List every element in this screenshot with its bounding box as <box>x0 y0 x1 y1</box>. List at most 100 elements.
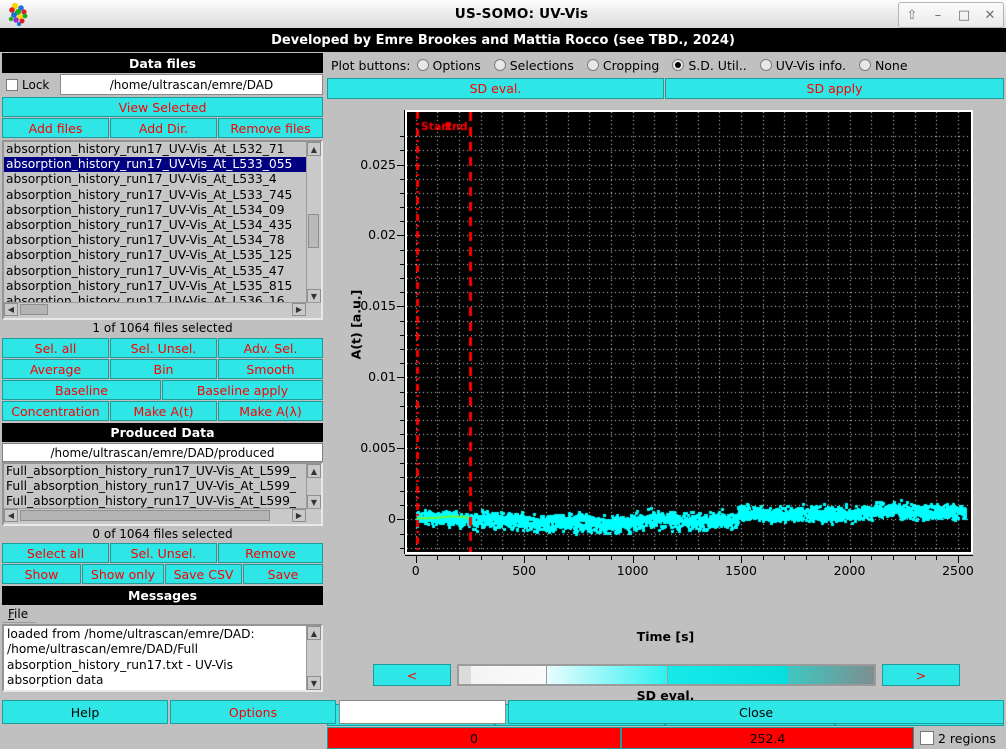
messages-vscrollbar[interactable]: ▲ ▼ <box>306 626 321 690</box>
slider-prev-button[interactable]: < <box>373 664 451 686</box>
hscroll-thumb[interactable] <box>20 304 48 315</box>
options-button[interactable]: Options <box>170 700 336 724</box>
close-button[interactable]: ✕ <box>980 9 1000 22</box>
hscroll-thumb[interactable] <box>20 510 270 521</box>
y-tick-label: 0.015 <box>360 298 396 313</box>
sel-all-button[interactable]: Sel. all <box>2 338 109 358</box>
molecule-icon <box>3 1 37 27</box>
select-all-button[interactable]: Select all <box>2 543 109 563</box>
range-end-field[interactable]: 252.4 <box>621 727 914 749</box>
list-item[interactable]: absorption_history_run17_UV-Vis_At_L533_… <box>4 188 307 203</box>
help-button[interactable]: Help <box>2 700 168 724</box>
list-item-selected[interactable]: absorption_history_run17_UV-Vis_At_L533_… <box>4 157 307 172</box>
remove-files-button[interactable]: Remove files <box>218 118 323 138</box>
sel-unsel-button[interactable]: Sel. Unsel. <box>110 338 217 358</box>
bottom-bar: Help Options Close <box>0 698 1006 726</box>
scroll-right-icon[interactable]: ▶ <box>292 509 306 522</box>
data-files-hscrollbar[interactable]: ◀ ▶ <box>4 302 321 318</box>
x-tick-mark <box>416 555 417 563</box>
minimize-button[interactable]: – <box>928 9 948 22</box>
radio-icon-selected <box>672 59 684 71</box>
list-item[interactable]: Full_absorption_history_run17_UV-Vis_At_… <box>4 464 307 479</box>
command-input[interactable] <box>339 700 506 724</box>
sd-eval-button[interactable]: SD eval. <box>327 78 664 99</box>
maximize-button[interactable]: □ <box>954 9 974 22</box>
radio-options[interactable]: Options <box>417 58 481 73</box>
bin-button[interactable]: Bin <box>110 359 217 379</box>
list-item[interactable]: absorption_history_run17_UV-Vis_At_L534_… <box>4 233 307 248</box>
list-item[interactable]: absorption_history_run17_UV-Vis_At_L534_… <box>4 203 307 218</box>
data-files-list[interactable]: absorption_history_run17_UV-Vis_At_L532_… <box>2 140 323 320</box>
slider-next-button[interactable]: > <box>882 664 960 686</box>
plot-container[interactable]: A(t) [a.u.] 00.0050.010.0150.020.025 050… <box>327 102 1004 657</box>
save-button[interactable]: Save <box>243 564 323 584</box>
lock-label: Lock <box>22 78 49 92</box>
adv-sel-button[interactable]: Adv. Sel. <box>218 338 323 358</box>
data-path-field[interactable]: /home/ultrascan/emre/DAD <box>60 74 323 95</box>
scroll-left-icon[interactable]: ◀ <box>4 303 18 316</box>
baseline-apply-button[interactable]: Baseline apply <box>162 380 323 400</box>
lock-toggle[interactable]: Lock <box>2 74 60 95</box>
range-start-field[interactable]: 0 <box>327 727 621 749</box>
sd-range-row: 0 252.4 2 regions <box>327 727 1004 749</box>
add-files-button[interactable]: Add files <box>2 118 109 138</box>
show-only-button[interactable]: Show only <box>82 564 164 584</box>
smooth-button[interactable]: Smooth <box>218 359 323 379</box>
baseline-button[interactable]: Baseline <box>2 380 161 400</box>
radio-none[interactable]: None <box>859 58 908 73</box>
scroll-up-icon[interactable]: ▲ <box>307 626 321 640</box>
view-selected-button[interactable]: View Selected <box>2 97 323 117</box>
scroll-up-icon[interactable]: ▲ <box>307 142 321 156</box>
concentration-button[interactable]: Concentration <box>2 401 109 421</box>
list-item[interactable]: Full_absorption_history_run17_UV-Vis_At_… <box>4 479 307 494</box>
produced-sel-unsel-button[interactable]: Sel. Unsel. <box>110 543 217 563</box>
list-item[interactable]: Full_absorption_history_run17_UV-Vis_At_… <box>4 494 307 509</box>
average-button[interactable]: Average <box>2 359 109 379</box>
vscroll-thumb[interactable] <box>308 214 319 248</box>
scroll-down-icon[interactable]: ▼ <box>307 495 321 509</box>
gradient-segment <box>459 666 471 684</box>
list-item[interactable]: absorption_history_run17_UV-Vis_At_L532_… <box>4 142 307 157</box>
scroll-down-icon[interactable]: ▼ <box>307 676 321 690</box>
plot-buttons-label: Plot buttons: <box>331 58 411 73</box>
x-tick-label: 0 <box>386 563 446 578</box>
messages-menubar: File <box>2 605 323 624</box>
list-item[interactable]: absorption_history_run17_UV-Vis_At_L535_… <box>4 279 307 294</box>
close-button-main[interactable]: Close <box>508 700 1004 724</box>
scroll-left-icon[interactable]: ◀ <box>4 509 18 522</box>
produced-remove-button[interactable]: Remove <box>218 543 323 563</box>
messages-box[interactable]: loaded from /home/ultrascan/emre/DAD: /h… <box>2 624 323 692</box>
x-axis-line <box>405 555 973 556</box>
add-dir-button[interactable]: Add Dir. <box>110 118 217 138</box>
list-item[interactable]: absorption_history_run17_UV-Vis_At_L535_… <box>4 264 307 279</box>
scroll-up-icon[interactable]: ▲ <box>307 464 321 478</box>
shade-button[interactable]: ⇧ <box>902 9 922 22</box>
make-at-button[interactable]: Make A(t) <box>110 401 217 421</box>
produced-hscrollbar[interactable]: ◀ ▶ <box>4 508 321 524</box>
wavelength-gradient-bar[interactable] <box>457 664 876 686</box>
produced-vscrollbar[interactable]: ▲ ▼ <box>306 464 321 509</box>
radio-label: UV-Vis info. <box>776 58 846 73</box>
list-item[interactable]: absorption_history_run17_UV-Vis_At_L533_… <box>4 172 307 187</box>
regions-checkbox[interactable] <box>920 731 934 745</box>
radio-selections[interactable]: Selections <box>494 58 574 73</box>
plot-canvas[interactable] <box>405 110 973 554</box>
radio-cropping[interactable]: Cropping <box>587 58 659 73</box>
radio-sd-util[interactable]: S.D. Util.. <box>672 58 746 73</box>
lock-checkbox[interactable] <box>6 79 18 91</box>
show-button[interactable]: Show <box>2 564 81 584</box>
file-menu[interactable]: File <box>2 606 36 623</box>
radio-label: Cropping <box>603 58 659 73</box>
list-item[interactable]: absorption_history_run17_UV-Vis_At_L534_… <box>4 218 307 233</box>
produced-files-list[interactable]: Full_absorption_history_run17_UV-Vis_At_… <box>2 462 323 526</box>
make-alambda-button[interactable]: Make A(λ) <box>218 401 323 421</box>
save-csv-button[interactable]: Save CSV <box>165 564 242 584</box>
produced-path-field[interactable]: /home/ultrascan/emre/DAD/produced <box>2 443 323 462</box>
y-tick-label: 0.005 <box>360 440 396 455</box>
sd-apply-button[interactable]: SD apply <box>665 78 1004 99</box>
scroll-down-icon[interactable]: ▼ <box>307 289 321 303</box>
radio-uvvis-info[interactable]: UV-Vis info. <box>760 58 846 73</box>
scroll-right-icon[interactable]: ▶ <box>292 303 306 316</box>
list-item[interactable]: absorption_history_run17_UV-Vis_At_L535_… <box>4 248 307 263</box>
data-files-vscrollbar[interactable]: ▲ ▼ <box>306 142 321 303</box>
